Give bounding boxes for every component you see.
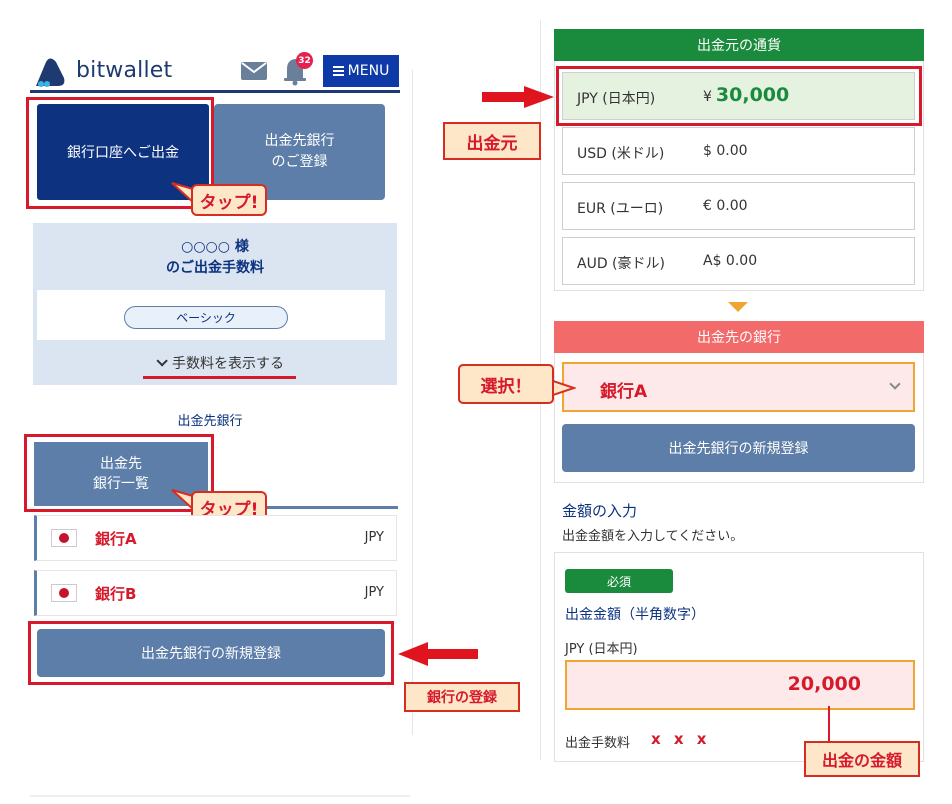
down-arrow-icon [728,302,748,312]
callout-select: 選択！ [458,364,554,404]
tab-register-label-line2: のご登録 [271,154,328,170]
bank-list-item-a[interactable]: 銀行A JPY [34,515,397,561]
currency-option-eur[interactable]: EUR (ユーロ) € 0.00 [562,182,915,230]
currency-balance: € 0.00 [703,198,748,214]
fee-card-title: ○○○○ 様 のご出金手数料 [33,237,397,279]
amount-input[interactable]: 20,000 [565,660,915,710]
hamburger-icon [332,66,344,76]
bank-name: 銀行A [95,530,137,548]
amount-section-subtitle: 出金金額を入力してください。 [562,529,744,544]
withdrawal-fee-value: x x x [651,730,711,748]
register-button-label: 出金先銀行の新規登録 [668,441,809,457]
mail-icon[interactable] [240,60,268,82]
bank-currency: JPY [364,585,384,600]
menu-label: MENU [347,63,390,79]
currency-option-usd[interactable]: USD (米ドル) $ 0.00 [562,127,915,175]
logo-text: bitwallet [76,58,173,83]
highlight-box-jpy [556,66,922,126]
callout-pointer-line [828,706,830,742]
arrow-right-icon [482,86,554,108]
bank-list-item-b[interactable]: 銀行B JPY [34,570,397,616]
bank-currency: JPY [364,530,384,545]
chevron-down-icon [156,355,168,367]
japan-flag-icon [51,584,77,602]
source-currency-header: 出金元の通貨 [554,29,924,61]
highlight-box-register [28,621,394,685]
amount-field-label: 出金金額（半角数字） [565,607,705,623]
dest-bank-selected: 銀行A [600,382,648,402]
japan-flag-icon [51,529,77,547]
show-fee-toggle[interactable]: 手数料を表示する [120,352,320,374]
currency-name: EUR (ユーロ) [577,201,664,217]
tab-register-label-line1: 出金先銀行 [264,133,335,149]
header-divider [30,90,400,93]
currency-balance: $ 0.00 [703,143,748,159]
arrow-left-icon [398,642,478,666]
bitwallet-logo-icon [36,58,65,87]
highlight-underline [143,376,296,379]
destination-bank-label: 出金先銀行 [177,414,243,429]
register-new-bank-button-right[interactable]: 出金先銀行の新規登録 [562,424,915,472]
callout-bank-registration: 銀行の登録 [404,682,520,712]
menu-button[interactable]: MENU [323,55,399,87]
amount-section-title: 金額の入力 [562,502,638,520]
currency-balance: A$ 0.00 [703,253,758,269]
fee-title-line: のご出金手数料 [166,260,264,276]
dest-bank-select[interactable]: 銀行A [562,362,915,412]
show-fee-label: 手数料を表示する [172,356,284,372]
currency-name: USD (米ドル) [577,146,665,162]
withdrawal-fee-label: 出金手数料 [565,736,631,751]
bank-name: 銀行B [95,585,137,603]
currency-name: AUD (豪ドル) [577,256,665,272]
notification-badge: 32 [296,52,313,69]
required-badge: 必須 [565,569,673,593]
divider [30,795,410,797]
chevron-down-icon [889,378,901,390]
amount-value: 20,000 [787,673,861,695]
callout-source: 出金元 [443,122,541,160]
plan-badge: ベーシック [124,306,288,329]
callout-tap-withdraw: タップ! [191,184,267,216]
fee-user-line: ○○○○ 様 [181,239,249,255]
amount-currency-label: JPY (日本円) [565,642,638,657]
callout-amount: 出金の金額 [804,741,920,777]
currency-option-aud[interactable]: AUD (豪ドル) A$ 0.00 [562,237,915,285]
dest-bank-header: 出金先の銀行 [554,321,924,353]
